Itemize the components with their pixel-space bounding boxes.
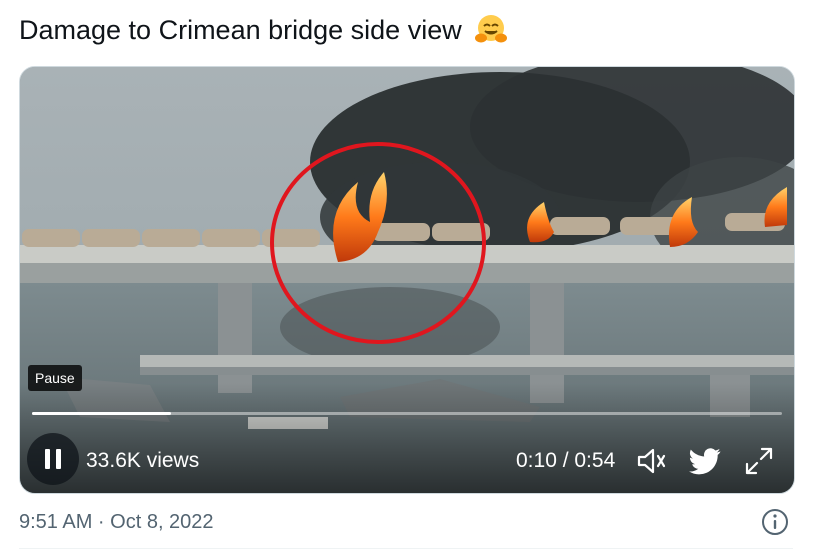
controls-overlay xyxy=(20,383,794,493)
tweet-timestamp[interactable]: 9:51 AM · Oct 8, 2022 xyxy=(19,509,214,535)
video-time: 0:10 / 0:54 xyxy=(516,449,616,472)
progress-bar[interactable] xyxy=(32,412,782,415)
view-count: 33.6K views xyxy=(86,449,200,472)
tweet-text: Damage to Crimean bridge side view xyxy=(19,15,462,45)
tweet-text-row: Damage to Crimean bridge side view xyxy=(19,12,509,54)
pause-icon xyxy=(45,449,61,469)
expand-icon[interactable] xyxy=(743,445,775,477)
progress-fill xyxy=(32,412,171,415)
pause-tooltip: Pause xyxy=(28,365,82,391)
video-player[interactable]: Pause 33.6K views 0:10 / 0:54 xyxy=(19,66,795,494)
info-icon[interactable] xyxy=(760,507,790,537)
pause-button[interactable] xyxy=(27,433,79,485)
divider xyxy=(19,548,793,549)
volume-icon[interactable] xyxy=(635,445,667,477)
hugging-face-emoji-icon xyxy=(473,13,509,54)
twitter-bird-icon[interactable] xyxy=(689,445,721,477)
